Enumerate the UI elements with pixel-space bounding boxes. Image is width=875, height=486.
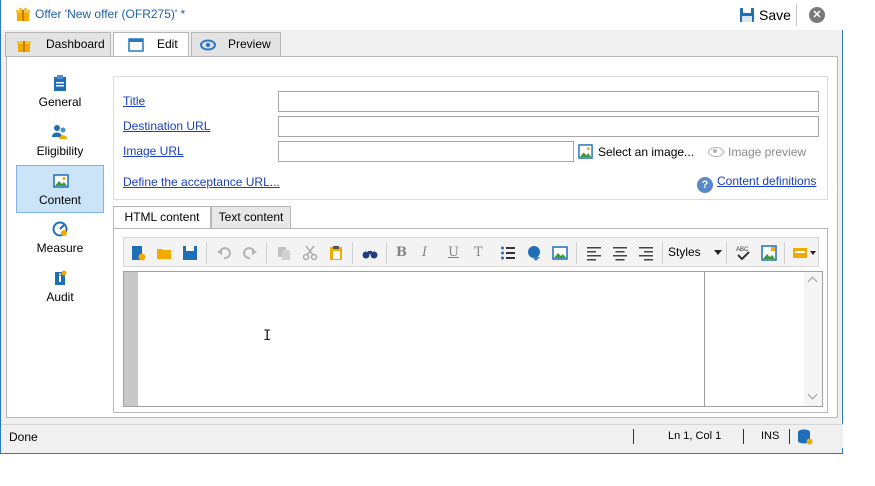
redo-icon[interactable]: [242, 245, 258, 261]
bullet-list-icon[interactable]: [500, 245, 516, 261]
align-left-icon[interactable]: [586, 245, 602, 261]
html-editor: B I U T Styles ABC I: [113, 228, 828, 413]
align-right-icon[interactable]: [638, 245, 654, 261]
image-icon: [53, 174, 69, 188]
tab-label: Dashboard: [46, 37, 105, 51]
sidebar-item-label: Content: [38, 193, 82, 207]
chevron-down-icon: [714, 250, 722, 255]
eye-icon: [708, 147, 724, 157]
gift-icon: [16, 7, 30, 21]
info-icon: [55, 270, 67, 285]
copy-icon[interactable]: [276, 245, 292, 261]
clear-format-icon[interactable]: T: [474, 245, 490, 261]
underline-icon[interactable]: U: [448, 245, 464, 261]
chevron-down-icon[interactable]: [810, 251, 816, 255]
image-properties-icon[interactable]: [761, 245, 777, 261]
acceptance-url-link[interactable]: Define the acceptance URL...: [123, 175, 280, 189]
title-bar: Offer 'New offer (OFR275)' * Save ✕: [1, 0, 843, 30]
save-icon[interactable]: [182, 245, 198, 261]
content-definitions[interactable]: ? Content definitions: [697, 174, 816, 193]
offer-content-form: Title Destination URL Image URL Select a…: [113, 76, 828, 200]
insert-block-icon[interactable]: [792, 245, 808, 261]
bold-icon[interactable]: B: [396, 245, 412, 261]
window-title: Offer 'New offer (OFR275)' *: [35, 7, 186, 21]
styles-label: Styles: [668, 245, 701, 259]
editor-gutter: [124, 272, 138, 406]
clipboard-icon: [54, 75, 66, 91]
offer-window: Offer 'New offer (OFR275)' * Save ✕ Dash…: [0, 0, 843, 454]
content-definitions-link[interactable]: Content definitions: [717, 174, 816, 188]
sidebar-item-content[interactable]: Content: [16, 165, 104, 213]
tab-preview[interactable]: Preview: [191, 32, 281, 57]
image-url-link[interactable]: Image URL: [123, 144, 184, 158]
spellcheck-icon[interactable]: ABC: [735, 245, 751, 261]
svg-text:ABC: ABC: [736, 247, 749, 253]
title-separator: [796, 4, 797, 26]
help-icon: ?: [697, 177, 713, 193]
tab-text-content[interactable]: Text content: [211, 206, 291, 229]
save-label: Save: [759, 7, 791, 23]
edit-content-frame: General Eligibility Content Measure Audi…: [6, 56, 838, 418]
sidebar-item-label: Measure: [36, 241, 84, 255]
vertical-scrollbar[interactable]: [804, 272, 822, 406]
tab-dashboard[interactable]: Dashboard: [5, 32, 111, 57]
save-button[interactable]: Save: [737, 4, 791, 26]
eye-icon: [200, 39, 216, 51]
image-icon: [578, 144, 593, 159]
scroll-up-icon[interactable]: [807, 276, 818, 287]
italic-icon[interactable]: I: [422, 245, 438, 261]
status-bar: Done Ln 1, Col 1 INS: [1, 424, 843, 448]
gift-icon: [17, 41, 31, 52]
image-url-input[interactable]: [278, 141, 574, 162]
text-cursor-icon: I: [263, 328, 272, 344]
sidebar-item-label: Eligibility: [36, 144, 84, 158]
sidebar-item-label: General: [38, 95, 82, 109]
title-link[interactable]: Title: [123, 94, 145, 108]
tab-label: Preview: [228, 37, 271, 51]
sidebar-item-eligibility[interactable]: Eligibility: [16, 116, 104, 164]
undo-icon[interactable]: [216, 245, 232, 261]
database-icon: [798, 429, 813, 445]
insert-mode: INS: [761, 430, 780, 442]
floppy-disk-icon: [740, 8, 754, 22]
find-icon[interactable]: [362, 245, 378, 261]
editor-toolbar: B I U T Styles ABC: [123, 237, 819, 267]
html-editor-area[interactable]: I: [123, 271, 823, 407]
sidebar-item-measure[interactable]: Measure: [16, 213, 104, 261]
select-image-label: Select an image...: [598, 145, 695, 159]
insert-image-icon[interactable]: [552, 245, 568, 261]
sidebar-item-label: Audit: [46, 290, 74, 304]
tab-html-content[interactable]: HTML content: [113, 206, 211, 229]
cursor-position: Ln 1, Col 1: [668, 430, 722, 442]
image-preview-label: Image preview: [728, 145, 807, 159]
status-text: Done: [9, 430, 38, 444]
tab-label: Edit: [157, 37, 178, 51]
destination-url-link[interactable]: Destination URL: [123, 119, 210, 133]
sidebar-item-audit[interactable]: Audit: [16, 262, 104, 310]
editor-splitter[interactable]: [704, 272, 705, 406]
new-document-icon[interactable]: [130, 245, 146, 261]
link-icon[interactable]: [526, 245, 542, 261]
users-icon: [52, 125, 67, 139]
cut-icon[interactable]: [302, 245, 318, 261]
window-edit-icon: [128, 38, 144, 52]
image-preview-button[interactable]: Image preview: [708, 145, 806, 159]
align-center-icon[interactable]: [612, 245, 628, 261]
scroll-down-icon[interactable]: [807, 389, 818, 400]
gauge-icon: [52, 221, 68, 237]
paste-icon[interactable]: [328, 245, 344, 261]
close-icon[interactable]: ✕: [809, 7, 825, 23]
tab-edit[interactable]: Edit: [113, 32, 189, 58]
sidebar-item-general[interactable]: General: [16, 67, 104, 115]
title-input[interactable]: [278, 91, 819, 112]
styles-dropdown[interactable]: Styles: [668, 245, 722, 259]
open-folder-icon[interactable]: [156, 245, 172, 261]
destination-url-input[interactable]: [278, 116, 819, 137]
